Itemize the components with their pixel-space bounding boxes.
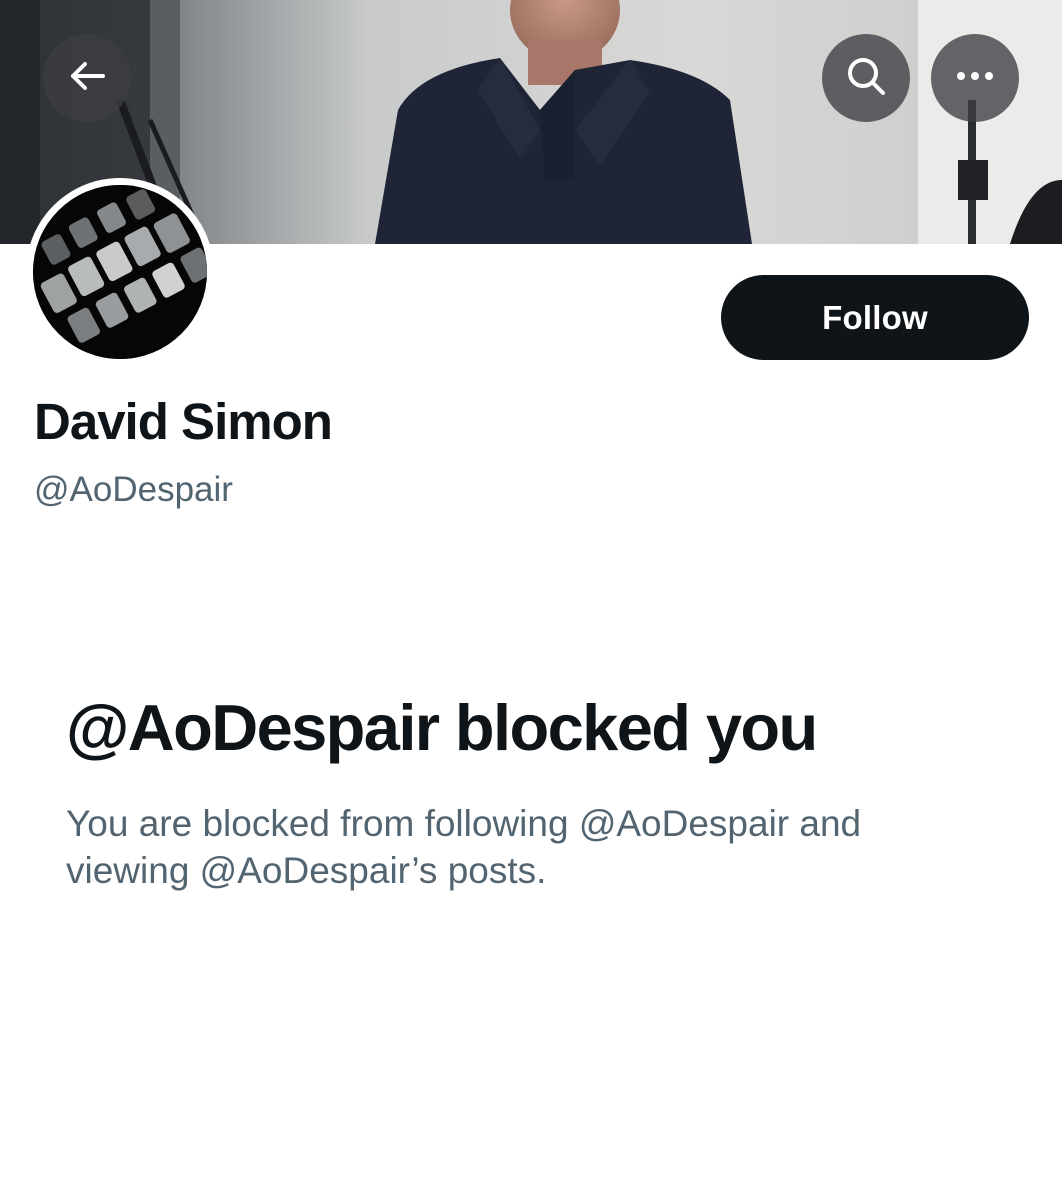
blocked-title: @AoDespair blocked you [66, 691, 818, 764]
more-options-button[interactable] [931, 34, 1019, 122]
avatar[interactable] [26, 178, 214, 366]
avatar-image [33, 185, 207, 359]
display-name: David Simon [34, 393, 333, 450]
back-button[interactable] [43, 34, 131, 122]
search-button[interactable] [822, 34, 910, 122]
user-handle: @AoDespair [34, 470, 233, 509]
profile-screen: Follow David Simon @AoDespair @AoDespair… [0, 0, 1062, 1200]
more-horizontal-icon [955, 69, 995, 87]
blocked-description: You are blocked from following @AoDespai… [66, 803, 862, 891]
search-icon [844, 54, 888, 103]
follow-button[interactable]: Follow [721, 275, 1029, 360]
arrow-left-icon [67, 56, 107, 101]
